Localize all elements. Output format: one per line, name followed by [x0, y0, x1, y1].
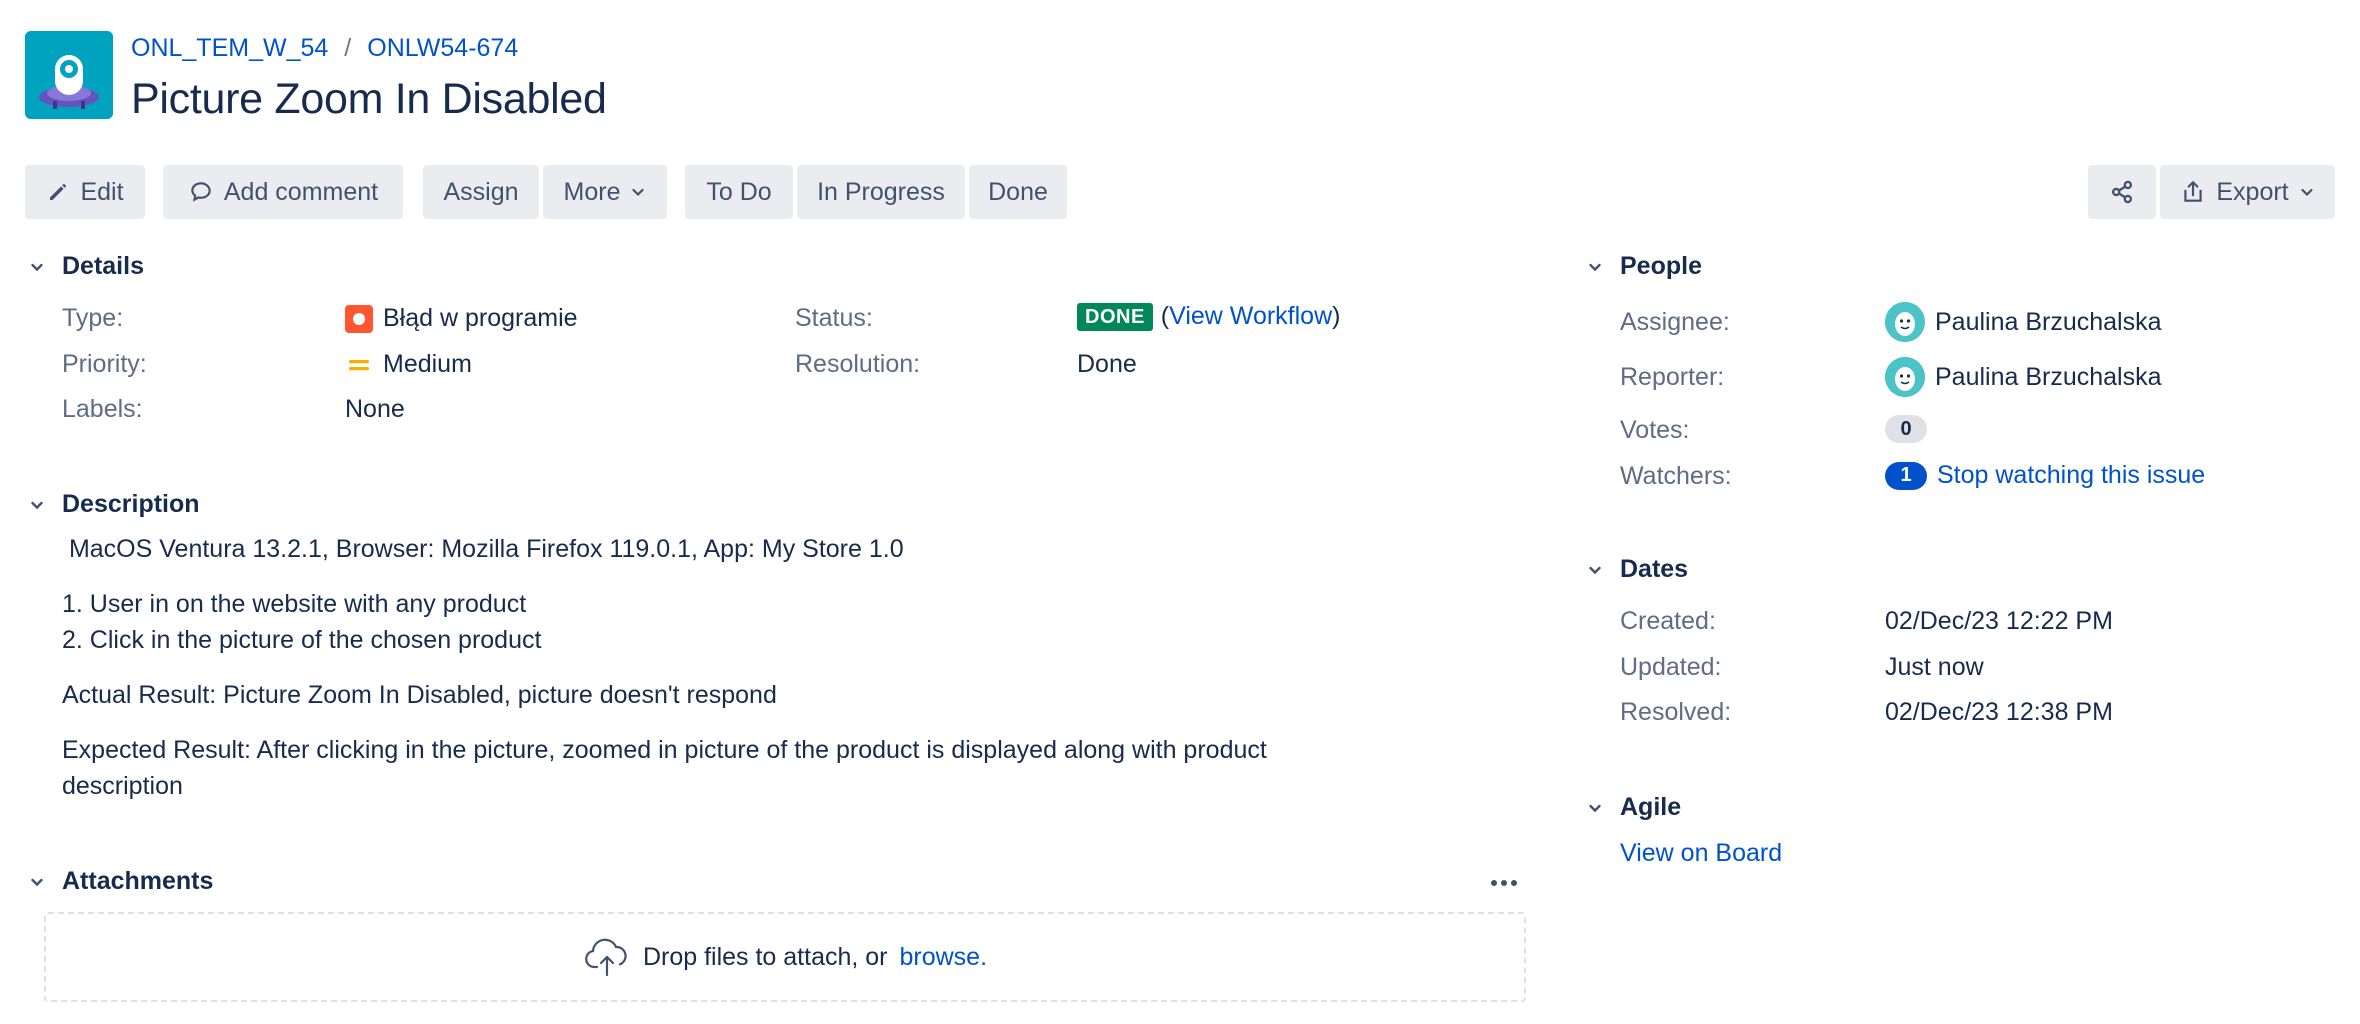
created-label: Created: [1620, 607, 1716, 635]
breadcrumb-issue-key[interactable]: ONLW54-674 [367, 34, 518, 63]
bug-icon [345, 304, 373, 333]
status-value: DONE ( View Workflow ) [1077, 302, 1340, 331]
cloud-upload-icon [585, 938, 627, 977]
updated-label: Updated: [1620, 653, 1722, 681]
more-button[interactable]: More [543, 165, 667, 219]
votes-badge: 0 [1885, 415, 1927, 443]
assign-button[interactable]: Assign [423, 165, 539, 219]
workflow-paren-close: ) [1332, 302, 1341, 330]
breadcrumb-separator: / [344, 34, 352, 62]
labels-label: Labels: [62, 395, 143, 423]
description-section-header[interactable]: Description [24, 490, 200, 519]
export-label: Export [2216, 177, 2289, 206]
details-section-header[interactable]: Details [24, 252, 144, 281]
add-comment-label: Add comment [223, 177, 379, 206]
breadcrumb: ONL_TEM_W_54 / ONLW54-674 [131, 34, 518, 63]
type-value-text: Błąd w programie [383, 304, 578, 332]
pencil-icon [50, 184, 67, 200]
chevron-down-icon [1582, 254, 1608, 280]
description-expected-result: Expected Result: After clicking in the p… [62, 736, 1267, 800]
labels-value: None [345, 395, 405, 423]
share-icon [2111, 180, 2133, 204]
votes-value[interactable]: 0 [1885, 415, 1927, 443]
export-button[interactable]: Export [2160, 165, 2335, 219]
in-progress-label: In Progress [817, 177, 945, 206]
browse-link[interactable]: browse. [900, 943, 988, 972]
workflow-paren-open: ( [1160, 302, 1170, 330]
details-heading: Details [62, 252, 144, 280]
watchers-badge[interactable]: 1 [1885, 461, 1927, 490]
resolved-label: Resolved: [1620, 698, 1732, 726]
chevron-down-icon [24, 492, 50, 518]
share-button[interactable] [2088, 165, 2156, 219]
priority-value-text: Medium [383, 350, 472, 378]
description-actual-result: Actual Result: Picture Zoom In Disabled,… [62, 681, 777, 709]
resolution-value: Done [1077, 350, 1137, 378]
chevron-down-icon [1582, 557, 1608, 583]
chevron-down-icon [1582, 795, 1608, 821]
updated-value: Just now [1885, 653, 1984, 681]
reporter-name: Paulina Brzuchalska [1935, 362, 2162, 391]
agile-heading: Agile [1620, 793, 1682, 821]
description-step-2: 2. Click in the picture of the chosen pr… [62, 626, 542, 654]
status-label: Status: [795, 304, 873, 332]
page-title: Picture Zoom In Disabled [131, 75, 607, 123]
assignee-name: Paulina Brzuchalska [1935, 307, 2162, 336]
priority-label: Priority: [62, 350, 147, 378]
resolved-value: 02/Dec/23 12:38 PM [1885, 698, 2113, 726]
dates-section-header[interactable]: Dates [1582, 555, 1688, 584]
description-heading: Description [62, 490, 200, 518]
breadcrumb-project-link[interactable]: ONL_TEM_W_54 [131, 34, 328, 63]
issue-toolbar: Edit Add comment Assign More To Do In Pr… [25, 165, 2335, 219]
edit-button[interactable]: Edit [25, 165, 145, 219]
user-avatar [1885, 302, 1925, 342]
created-value: 02/Dec/23 12:22 PM [1885, 607, 2113, 635]
attachment-dropzone[interactable]: Drop files to attach, or browse. [44, 912, 1526, 1002]
chevron-down-icon [632, 188, 645, 197]
watchers-value: 1 Stop watching this issue [1885, 461, 2205, 490]
add-comment-button[interactable]: Add comment [163, 165, 403, 219]
people-heading: People [1620, 252, 1702, 280]
description-environment: MacOS Ventura 13.2.1, Browser: Mozilla F… [62, 535, 904, 563]
attachments-heading: Attachments [62, 867, 214, 895]
more-icon[interactable] [1484, 868, 1524, 898]
type-label: Type: [62, 304, 124, 332]
people-section-header[interactable]: People [1582, 252, 1702, 281]
resolution-label: Resolution: [795, 350, 921, 378]
priority-value: Medium [345, 350, 472, 379]
view-on-board-link[interactable]: View on Board [1620, 839, 1782, 868]
export-icon [2184, 181, 2203, 202]
comment-icon [191, 182, 211, 202]
project-avatar[interactable] [25, 31, 113, 119]
transition-in-progress-button[interactable]: In Progress [797, 165, 965, 219]
chevron-down-icon [2301, 188, 2313, 197]
drop-files-text: Drop files to attach, or [642, 942, 888, 971]
type-value: Błąd w programie [345, 304, 578, 333]
reporter-value[interactable]: Paulina Brzuchalska [1885, 357, 2162, 397]
todo-label: To Do [706, 177, 772, 206]
assignee-label: Assignee: [1620, 308, 1730, 336]
chevron-down-icon [24, 869, 50, 895]
transition-done-button[interactable]: Done [969, 165, 1067, 219]
attachments-section-header[interactable]: Attachments [24, 867, 213, 896]
assign-label: Assign [443, 177, 519, 206]
transition-todo-button[interactable]: To Do [685, 165, 793, 219]
watchers-label: Watchers: [1620, 462, 1732, 490]
status-lozenge: DONE [1077, 302, 1153, 331]
description-step-1: 1. User in on the website with any produ… [62, 590, 527, 618]
assignee-value[interactable]: Paulina Brzuchalska [1885, 302, 2162, 342]
priority-medium-icon [349, 359, 369, 370]
dates-heading: Dates [1620, 555, 1689, 583]
reporter-label: Reporter: [1620, 363, 1725, 391]
more-label: More [563, 177, 621, 206]
chevron-down-icon [24, 254, 50, 280]
view-workflow-link[interactable]: View Workflow [1169, 302, 1332, 331]
edit-button-label: Edit [80, 177, 124, 206]
user-avatar [1885, 357, 1925, 397]
done-label: Done [988, 177, 1048, 206]
stop-watching-link[interactable]: Stop watching this issue [1937, 461, 2205, 490]
votes-label: Votes: [1620, 416, 1690, 444]
agile-section-header[interactable]: Agile [1582, 793, 1681, 822]
